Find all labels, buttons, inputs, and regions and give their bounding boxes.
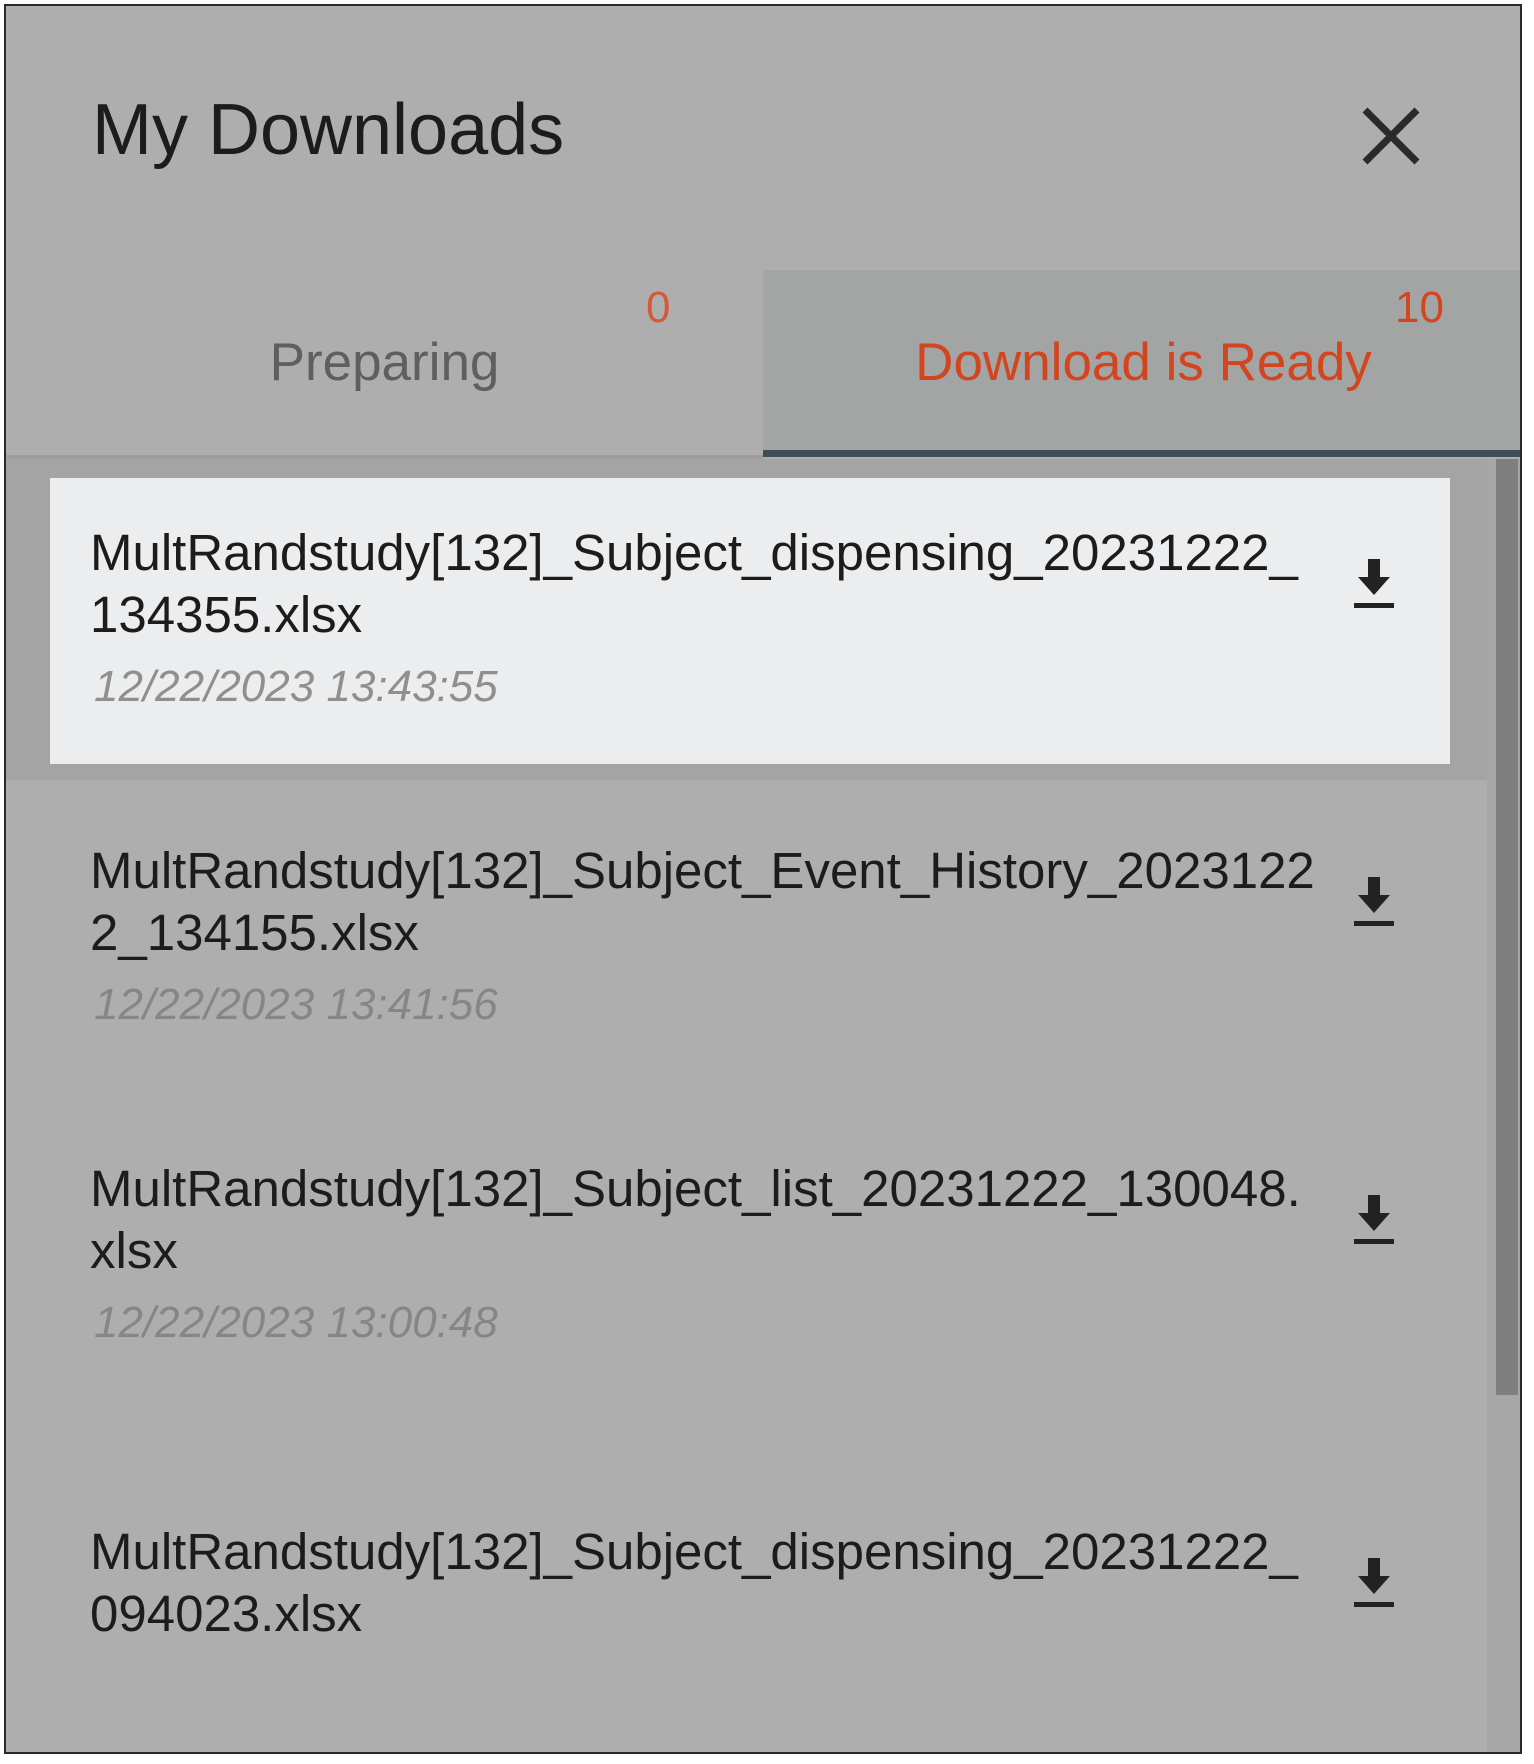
scrollbar-thumb[interactable] <box>1496 459 1518 1395</box>
download-button[interactable] <box>1350 1195 1398 1247</box>
downloads-panel: My Downloads 0 Preparing 10 Download is … <box>4 4 1522 1754</box>
tab-count-badge: 0 <box>646 283 671 332</box>
file-name: MultRandstudy[132]_Subject_dispensing_20… <box>90 524 1298 643</box>
scrollbar[interactable] <box>1487 459 1520 1752</box>
download-icon <box>1354 1195 1394 1244</box>
list-bottom-padding <box>6 1658 1487 1752</box>
download-icon <box>1354 1558 1394 1607</box>
close-icon <box>1362 107 1420 165</box>
file-name: MultRandstudy[132]_Subject_list_20231222… <box>90 1160 1301 1279</box>
file-timestamp: 12/22/2023 13:41:56 <box>94 980 498 1029</box>
download-button[interactable] <box>1350 1558 1398 1610</box>
tab-bar: 0 Preparing 10 Download is Ready <box>6 270 1520 457</box>
tab-count-badge: 10 <box>1395 283 1444 332</box>
tab-label: Preparing <box>269 333 500 392</box>
tab-label: Download is Ready <box>915 333 1372 392</box>
page-title: My Downloads <box>92 90 565 170</box>
file-name: MultRandstudy[132]_Subject_dispensing_20… <box>90 1523 1298 1642</box>
download-item[interactable]: MultRandstudy[132]_Subject_dispensing_20… <box>50 478 1450 764</box>
download-button[interactable] <box>1350 559 1398 611</box>
download-button[interactable] <box>1350 877 1398 929</box>
file-timestamp: 12/22/2023 13:00:48 <box>94 1298 498 1347</box>
download-icon <box>1354 559 1394 608</box>
tab-download-ready[interactable]: 10 Download is Ready <box>763 270 1520 457</box>
download-item[interactable]: MultRandstudy[132]_Subject_list_20231222… <box>50 1114 1450 1400</box>
download-list[interactable]: MultRandstudy[132]_Subject_dispensing_20… <box>6 459 1487 1752</box>
tab-preparing[interactable]: 0 Preparing <box>6 270 763 457</box>
file-name: MultRandstudy[132]_Subject_Event_History… <box>90 842 1315 961</box>
file-timestamp: 12/22/2023 13:43:55 <box>94 662 498 711</box>
download-icon <box>1354 877 1394 926</box>
download-item[interactable]: MultRandstudy[132]_Subject_Event_History… <box>50 796 1450 1082</box>
close-button[interactable] <box>1359 104 1423 168</box>
